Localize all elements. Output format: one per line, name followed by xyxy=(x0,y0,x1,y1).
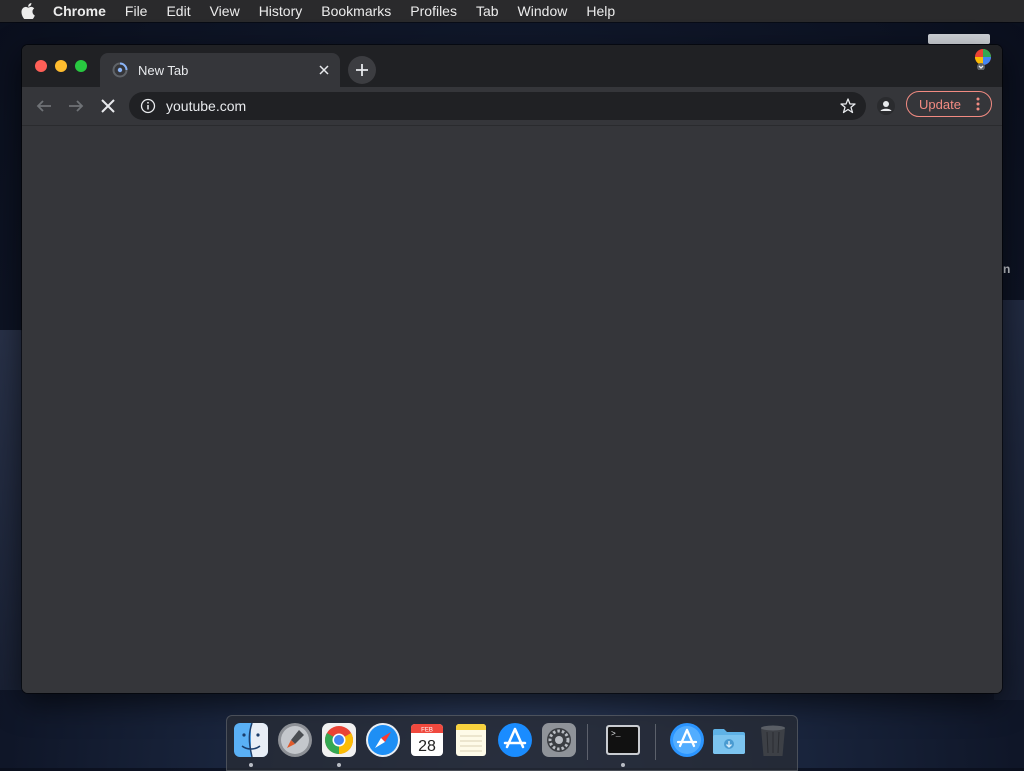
profile-avatar-icon[interactable] xyxy=(876,96,896,116)
menu-view[interactable]: View xyxy=(210,3,240,19)
menu-bar: Chrome File Edit View History Bookmarks … xyxy=(0,0,1024,22)
calendar-day: 28 xyxy=(418,738,436,755)
more-menu-icon[interactable] xyxy=(971,96,985,112)
back-arrow-icon[interactable] xyxy=(34,96,54,116)
tab-search-icon[interactable] xyxy=(972,48,994,71)
site-info-icon[interactable] xyxy=(140,98,156,114)
bookmark-star-icon[interactable] xyxy=(839,97,857,115)
menu-bookmarks[interactable]: Bookmarks xyxy=(321,3,391,19)
apple-menu-icon[interactable] xyxy=(19,2,37,20)
page-content[interactable] xyxy=(22,125,1002,693)
terminal-running-indicator xyxy=(621,763,625,767)
applications-folder-icon[interactable] xyxy=(669,722,705,758)
dock-divider xyxy=(587,724,588,760)
tab-close-icon[interactable] xyxy=(316,62,332,78)
desktop-file-icon[interactable] xyxy=(928,34,990,44)
new-tab-button[interactable] xyxy=(348,56,376,84)
chrome-icon[interactable] xyxy=(321,722,357,758)
update-button[interactable]: Update xyxy=(906,91,992,117)
notes-icon[interactable] xyxy=(453,722,489,758)
menu-history[interactable]: History xyxy=(259,3,303,19)
url-text[interactable]: youtube.com xyxy=(166,98,839,114)
dock: FEB 28 >_ xyxy=(226,715,798,771)
browser-window: New Tab youtube.com Update xyxy=(22,45,1002,693)
tab-new-tab[interactable]: New Tab xyxy=(100,53,340,87)
tab-title: New Tab xyxy=(138,62,189,78)
trash-icon[interactable] xyxy=(755,722,791,758)
desktop-label-fragment: n xyxy=(1003,262,1011,276)
menu-file[interactable]: File xyxy=(125,3,148,19)
downloads-folder-icon[interactable] xyxy=(711,722,747,758)
safari-icon[interactable] xyxy=(365,722,401,758)
chrome-running-indicator xyxy=(337,763,341,767)
menu-window[interactable]: Window xyxy=(518,3,568,19)
address-bar[interactable]: youtube.com xyxy=(129,92,866,120)
terminal-prompt: >_ xyxy=(611,730,621,739)
menu-app-name[interactable]: Chrome xyxy=(53,3,106,19)
update-label: Update xyxy=(919,96,961,112)
tab-strip: New Tab xyxy=(22,45,1002,87)
stop-loading-icon[interactable] xyxy=(98,96,118,116)
finder-icon[interactable] xyxy=(233,722,269,758)
dock-divider xyxy=(655,724,656,760)
app-store-icon[interactable] xyxy=(497,722,533,758)
calendar-month: FEB xyxy=(421,728,433,734)
menu-profiles[interactable]: Profiles xyxy=(410,3,457,19)
terminal-icon[interactable]: >_ xyxy=(605,722,641,758)
calendar-icon[interactable]: FEB 28 xyxy=(409,722,445,758)
menu-edit[interactable]: Edit xyxy=(166,3,190,19)
system-preferences-icon[interactable] xyxy=(541,722,577,758)
finder-running-indicator xyxy=(249,763,253,767)
loading-spinner-icon xyxy=(112,62,128,78)
window-minimize-button[interactable] xyxy=(55,60,67,72)
launchpad-icon[interactable] xyxy=(277,722,313,758)
forward-arrow-icon[interactable] xyxy=(66,96,86,116)
plus-icon xyxy=(356,64,368,76)
menu-tab[interactable]: Tab xyxy=(476,3,499,19)
menu-help[interactable]: Help xyxy=(586,3,615,19)
toolbar: youtube.com Update xyxy=(22,87,1002,125)
window-maximize-button[interactable] xyxy=(75,60,87,72)
window-close-button[interactable] xyxy=(35,60,47,72)
